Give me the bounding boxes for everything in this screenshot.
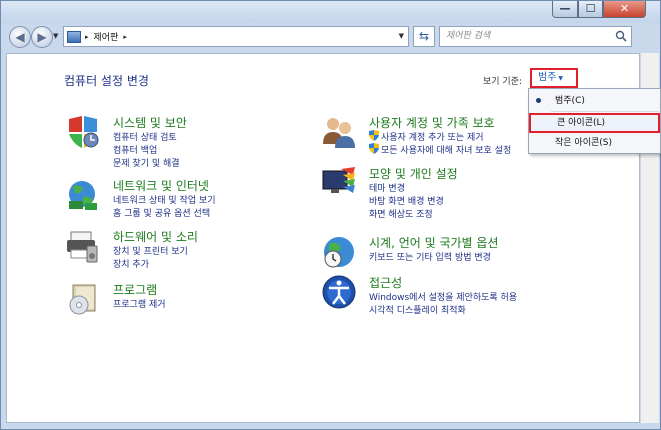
search-icon[interactable] (615, 30, 627, 42)
title-bar[interactable]: — ☐ ✕ (1, 1, 660, 23)
control-panel-icon (67, 30, 81, 43)
link-network-status[interactable]: 네트워크 상태 및 작업 보기 (113, 193, 216, 206)
clock-globe-icon[interactable] (321, 234, 357, 270)
category-title[interactable]: 모양 및 개인 설정 (369, 165, 458, 182)
category-title[interactable]: 하드웨어 및 소리 (113, 228, 198, 245)
category-title[interactable]: 프로그램 (113, 281, 157, 298)
ease-of-access-icon[interactable] (321, 274, 357, 310)
link-backup[interactable]: 컴퓨터 백업 (113, 143, 157, 156)
close-button[interactable]: ✕ (603, 1, 646, 18)
globe-network-icon[interactable] (65, 177, 101, 213)
address-bar[interactable]: ▸ 제어판 ▸ ▼ (63, 26, 409, 47)
view-by-label: 보기 기준: (483, 77, 523, 87)
radio-bullet-icon (536, 98, 541, 103)
page-title: 컴퓨터 설정 변경 (64, 74, 149, 88)
uac-shield-icon (369, 143, 379, 154)
link-review-status[interactable]: 컴퓨터 상태 검토 (113, 130, 177, 143)
control-panel-window: — ☐ ✕ ◀ ▶ ▼ ▸ 제어판 ▸ ▼ ⇆ 제어판 검색 컴퓨터 설정 변경… (0, 0, 661, 430)
category-title[interactable]: 접근성 (369, 274, 402, 291)
address-dropdown-icon[interactable]: ▼ (399, 32, 404, 40)
link-devices-printers[interactable]: 장치 및 프린터 보기 (113, 244, 188, 257)
menu-item-small-icons[interactable]: 작은 아이콘(S) (529, 133, 660, 153)
search-placeholder: 제어판 검색 (446, 31, 491, 41)
printer-icon[interactable] (65, 228, 101, 264)
view-by-dropdown[interactable]: 범주 ▼ (530, 68, 578, 88)
navigation-bar: ◀ ▶ ▼ ▸ 제어판 ▸ ▼ ⇆ 제어판 검색 (1, 23, 660, 49)
appearance-monitor-icon[interactable] (321, 165, 357, 201)
link-add-remove-accounts[interactable]: 사용자 계정 추가 또는 제거 (369, 130, 484, 143)
link-keyboard-input[interactable]: 키보드 또는 기타 입력 방법 변경 (369, 250, 491, 263)
dropdown-arrow-icon: ▼ (558, 75, 564, 82)
link-change-theme[interactable]: 테마 변경 (369, 181, 405, 194)
link-homegroup[interactable]: 홈 그룹 및 공유 옵션 선택 (113, 206, 210, 219)
category-title[interactable]: 시계, 언어 및 국가별 옵션 (369, 234, 498, 251)
menu-item-category[interactable]: 범주(C) (529, 91, 660, 111)
maximize-button[interactable]: ☐ (578, 1, 603, 18)
refresh-button[interactable]: ⇆ (413, 26, 435, 47)
category-title[interactable]: 네트워크 및 인터넷 (113, 177, 209, 194)
minimize-button[interactable]: — (552, 1, 578, 18)
search-input[interactable]: 제어판 검색 (439, 26, 632, 47)
link-troubleshoot[interactable]: 문제 찾기 및 해결 (113, 156, 180, 169)
link-parental-controls[interactable]: 모든 사용자에 대해 자녀 보호 설정 (369, 143, 511, 156)
uac-shield-icon (369, 130, 379, 141)
view-by-menu: 범주(C) 큰 아이콘(L) 작은 아이콘(S) (528, 88, 661, 154)
link-label: 모든 사용자에 대해 자녀 보호 설정 (381, 146, 512, 156)
link-add-device[interactable]: 장치 추가 (113, 257, 149, 270)
address-separator-icon[interactable]: ▸ (85, 33, 89, 41)
address-separator-icon[interactable]: ▸ (123, 33, 127, 41)
address-path-control-panel[interactable]: 제어판 (94, 30, 119, 43)
menu-item-label: 큰 아이콘(L) (557, 118, 606, 128)
link-suggest-settings[interactable]: Windows에서 설정을 제안하도록 허용 (369, 290, 517, 303)
users-icon[interactable] (321, 114, 357, 150)
menu-item-large-icons[interactable]: 큰 아이콘(L) (529, 113, 660, 133)
category-title[interactable]: 시스템 및 보안 (113, 114, 187, 131)
recent-pages-dropdown-icon[interactable]: ▼ (53, 32, 58, 40)
link-label: 사용자 계정 추가 또는 제거 (381, 133, 484, 143)
forward-button[interactable]: ▶ (31, 26, 53, 48)
programs-disc-icon[interactable] (65, 281, 101, 317)
menu-separator (551, 111, 659, 112)
menu-item-label: 범주(C) (555, 96, 585, 106)
link-optimize-display[interactable]: 시각적 디스플레이 최적화 (369, 303, 466, 316)
link-uninstall-program[interactable]: 프로그램 제거 (113, 297, 166, 310)
link-screen-resolution[interactable]: 화면 해상도 조정 (369, 207, 433, 220)
category-title[interactable]: 사용자 계정 및 가족 보호 (369, 114, 495, 131)
view-by-value: 범주 (538, 72, 557, 83)
back-button[interactable]: ◀ (9, 26, 31, 48)
shield-icon[interactable] (65, 114, 101, 150)
menu-item-label: 작은 아이콘(S) (555, 138, 612, 148)
link-desktop-background[interactable]: 바탕 화면 배경 변경 (369, 194, 444, 207)
